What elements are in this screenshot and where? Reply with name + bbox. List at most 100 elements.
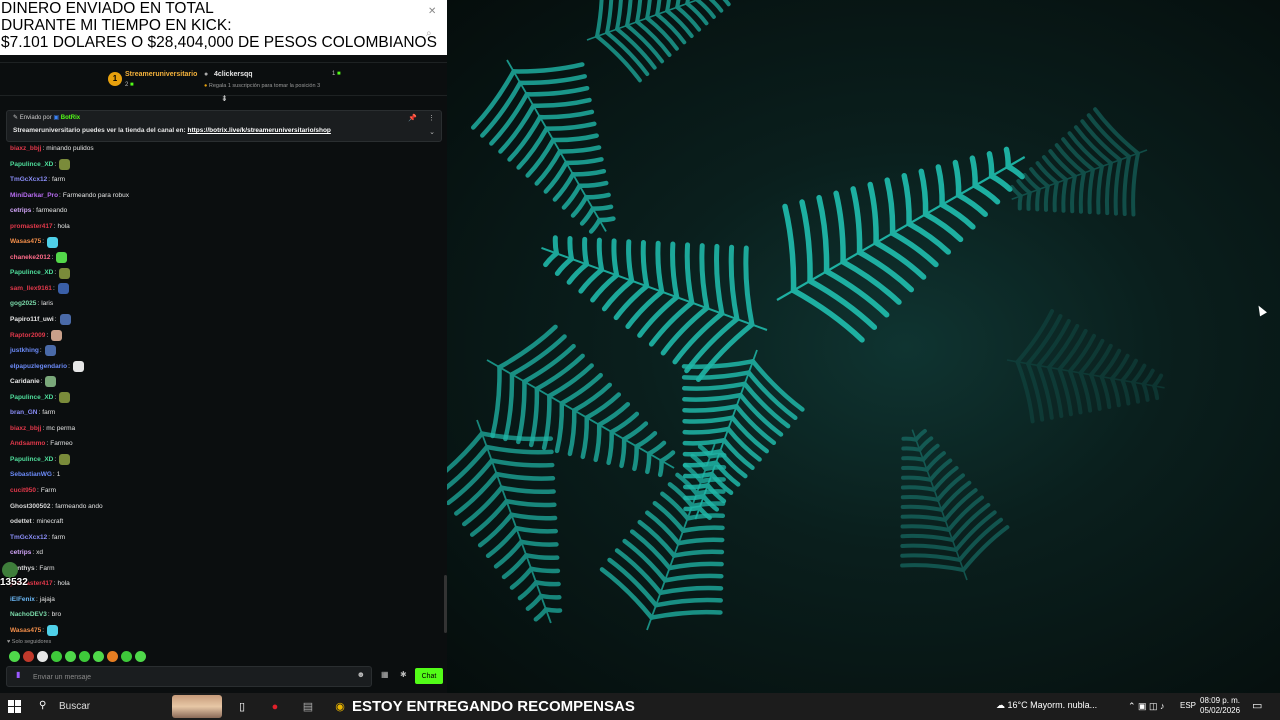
gift-icon: ● xyxy=(204,71,209,78)
emoji-icon[interactable]: ☻ xyxy=(357,670,365,679)
separator: : xyxy=(59,191,61,199)
gift-icon[interactable]: ▦ xyxy=(381,670,389,679)
chat-message: Wasas475: xyxy=(10,623,440,639)
emote-icon[interactable] xyxy=(135,651,146,662)
windows-taskbar: ⚲ Buscar ▯ ● ▤ ◉ ESTOY ENTREGANDO RECOMP… xyxy=(0,693,1280,720)
chat-username[interactable]: biaxz_bbjj xyxy=(10,141,41,157)
gear-icon[interactable]: ✱ xyxy=(400,670,407,679)
chat-username[interactable]: gog2025 xyxy=(10,296,36,312)
chevron-down-icon[interactable]: ⇟ xyxy=(221,94,228,103)
chat-message-text: 1 xyxy=(56,471,61,479)
chat-message-input[interactable] xyxy=(31,669,335,685)
weather-widget[interactable]: ☁ 16°C Mayorm. nubla... xyxy=(996,700,1097,711)
separator: : xyxy=(54,160,57,168)
chat-username[interactable]: promaster417 xyxy=(10,219,53,235)
fern-wallpaper-art xyxy=(447,0,1165,631)
emote-icon xyxy=(45,376,57,388)
bot-icon: ▣ xyxy=(53,115,60,121)
chat-username[interactable]: biaxz_bbjj xyxy=(10,421,41,437)
chat-username[interactable]: justkhing xyxy=(10,343,39,359)
emote-icon[interactable] xyxy=(65,651,76,662)
emote-icon[interactable] xyxy=(93,651,104,662)
emote-icon[interactable] xyxy=(9,651,20,662)
chevron-down-icon[interactable]: ⌄ xyxy=(429,128,435,136)
chat-message-text: xd xyxy=(36,549,44,557)
leaderboard-second-name[interactable]: 4clickersqq xyxy=(214,71,253,78)
chat-message: cetrips: xd xyxy=(10,545,440,561)
app-icon[interactable]: ▤ xyxy=(297,696,319,717)
chat-username[interactable]: MiniDarkar_Pro xyxy=(10,188,58,204)
chat-username[interactable]: elpapuzlegendario xyxy=(10,359,67,375)
chat-username[interactable]: SebastianWG xyxy=(10,467,52,483)
chat-message-text: farm xyxy=(42,409,56,417)
chat-username[interactable]: Wasas475 xyxy=(10,234,41,250)
search-icon[interactable]: ⌕ xyxy=(426,28,432,39)
chat-username[interactable]: odettet xyxy=(10,514,32,530)
chat-username[interactable]: cucit950 xyxy=(10,483,36,499)
chat-username[interactable]: Raptor2009 xyxy=(10,328,45,344)
chat-username[interactable]: TmGcXcx12 xyxy=(10,172,47,188)
taskbar-search[interactable]: ⚲ Buscar xyxy=(30,693,170,720)
emote-icon[interactable] xyxy=(23,651,34,662)
search-highlight-image[interactable] xyxy=(172,695,222,718)
chat-username[interactable]: Andsammo xyxy=(10,436,45,452)
chat-username[interactable]: Ghost300502 xyxy=(10,499,50,515)
emote-icon[interactable] xyxy=(107,651,118,662)
language-indicator[interactable]: ESP xyxy=(1180,701,1196,710)
chat-message: sam_llex9161: xyxy=(10,281,440,297)
follow-only-notice: ♥ Solo seguidores xyxy=(7,639,52,645)
chat-username[interactable]: chaneke2012 xyxy=(10,250,50,266)
send-chat-button[interactable]: Chat xyxy=(415,668,443,684)
leaderboard-first-name[interactable]: Streameruniversitario xyxy=(125,71,197,78)
emote-icon[interactable] xyxy=(121,651,132,662)
separator: : xyxy=(37,300,40,308)
separator: : xyxy=(54,455,57,463)
chrome-icon[interactable]: ◉ xyxy=(329,696,351,717)
chat-username[interactable]: Papulince_XD xyxy=(10,390,53,406)
notification-icon[interactable]: ▭ xyxy=(1252,699,1262,712)
separator: : xyxy=(42,626,45,634)
shop-link[interactable]: https://botrix.live/k/streameruniversita… xyxy=(188,127,331,134)
clock[interactable]: 08:09 p. m. 05/02/2026 xyxy=(1200,696,1240,716)
emote-icon[interactable] xyxy=(51,651,62,662)
chat-username[interactable]: Caridanie xyxy=(10,374,40,390)
chat-username[interactable]: Wasas475 xyxy=(10,623,41,639)
chat-username[interactable]: Papiro11f_uwi xyxy=(10,312,54,328)
chat-username[interactable]: Papulince_XD xyxy=(10,265,53,281)
task-view-icon[interactable]: ▯ xyxy=(231,696,253,717)
separator: : xyxy=(40,378,43,386)
chat-message-text: minando pulidos xyxy=(46,145,94,152)
overlay-line-2: DURANTE MI TIEMPO EN KICK: xyxy=(1,17,232,34)
chat-message: MiniDarkar_Pro: Farmeando para robux xyxy=(10,188,440,204)
emote-icon[interactable] xyxy=(79,651,90,662)
chat-username[interactable]: sam_llex9161 xyxy=(10,281,52,297)
chat-message: Papulince_XD: xyxy=(10,452,440,468)
emote-icon xyxy=(59,454,71,466)
pin-icon[interactable]: 📌 xyxy=(408,114,417,122)
opera-icon[interactable]: ● xyxy=(264,696,286,717)
chat-username[interactable]: Papulince_XD xyxy=(10,452,53,468)
system-tray[interactable]: ⌃ ▣ ◫ ♪ xyxy=(1128,701,1165,712)
chat-message-text: Farm xyxy=(39,564,55,572)
chat-username[interactable]: cetrips xyxy=(10,545,31,561)
chat-username[interactable]: TmGcXcx12 xyxy=(10,530,47,546)
chat-username[interactable]: Papulince_XD xyxy=(10,157,53,173)
microphone-icon[interactable]: ▮ xyxy=(16,670,20,679)
chat-message-text: farm xyxy=(52,533,66,541)
separator: : xyxy=(54,316,57,324)
emote-icon[interactable] xyxy=(37,651,48,662)
close-icon[interactable]: ✕ xyxy=(428,6,436,17)
more-options-icon[interactable]: ⋮ xyxy=(428,114,435,122)
windows-start-icon[interactable] xyxy=(8,700,21,713)
chat-username[interactable]: cetrips xyxy=(10,203,31,219)
chat-username[interactable]: bran_GN xyxy=(10,405,37,421)
chat-message-text: Farmeo xyxy=(50,440,73,448)
chat-username[interactable]: NachoDEV3 xyxy=(10,607,47,623)
chat-message: Andsammo: Farmeo xyxy=(10,436,440,452)
separator: : xyxy=(47,611,50,619)
separator: : xyxy=(42,424,45,432)
emote-icon xyxy=(56,252,68,264)
separator: : xyxy=(53,580,56,588)
chat-scrollbar[interactable] xyxy=(444,575,447,633)
chat-username[interactable]: iElFenix xyxy=(10,592,35,608)
